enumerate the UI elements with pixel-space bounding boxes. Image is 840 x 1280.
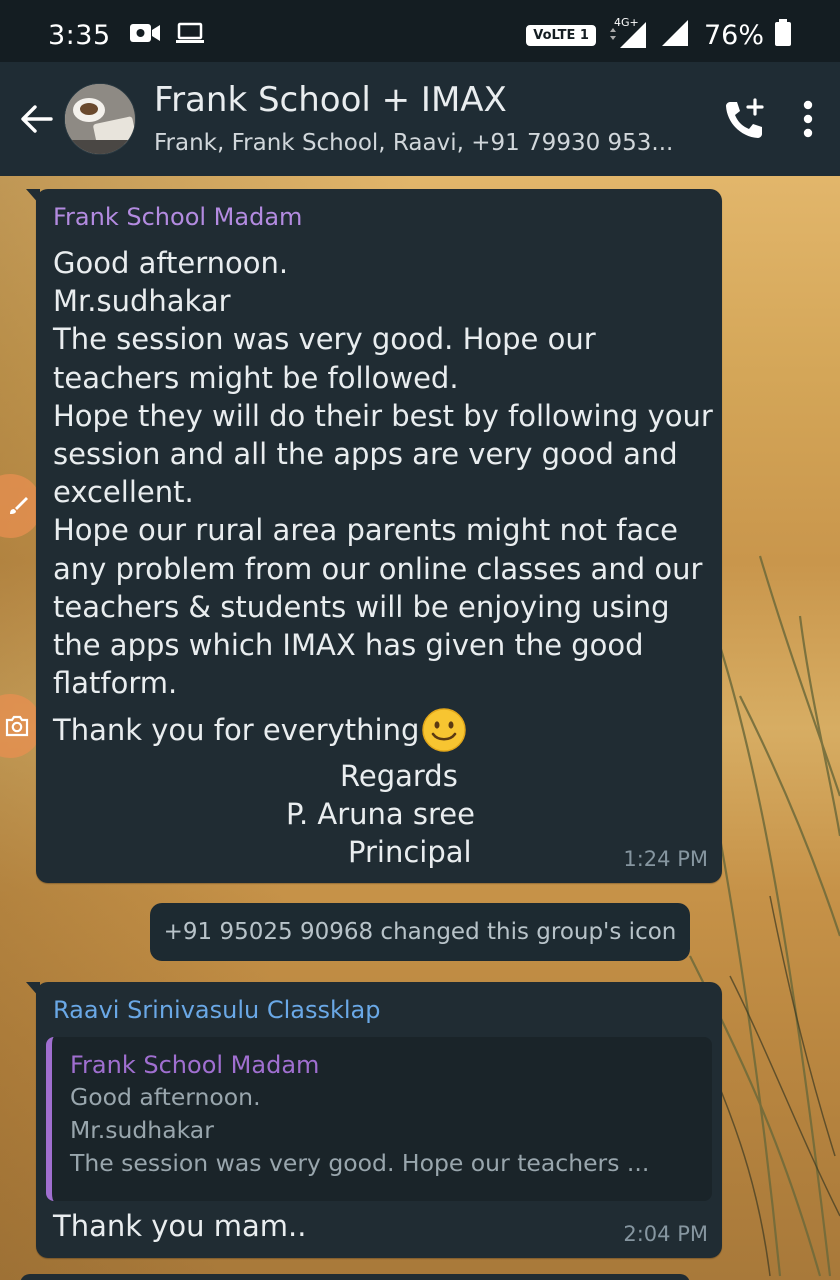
closing-line: Thank you for everything bbox=[53, 712, 420, 747]
signature-line: Regards bbox=[340, 759, 458, 793]
camera-icon bbox=[5, 715, 29, 737]
message-bubble[interactable]: Raavi Srinivasulu Classklap Frank School… bbox=[26, 982, 722, 1258]
quoted-message[interactable]: Frank School Madam Good afternoon. Mr.su… bbox=[46, 1037, 712, 1201]
arrow-left-icon bbox=[21, 105, 53, 133]
bubble-tail bbox=[26, 982, 40, 998]
more-options-button[interactable] bbox=[802, 99, 814, 139]
next-message-bubble-edge bbox=[20, 1274, 690, 1280]
bubble-tail bbox=[26, 189, 40, 205]
signal-icon bbox=[660, 18, 690, 52]
back-button[interactable] bbox=[8, 91, 64, 147]
network-type-icon: 4G+ bbox=[606, 16, 650, 50]
laptop-icon bbox=[175, 21, 205, 49]
message-time: 1:24 PM bbox=[623, 847, 708, 871]
signature-line: P. Aruna sree bbox=[286, 797, 475, 831]
message-time: 2:04 PM bbox=[623, 1222, 708, 1246]
message-body: Good afternoon. Mr.sudhakar The session … bbox=[53, 246, 713, 701]
chat-header: Frank School + IMAX Frank, Frank School,… bbox=[0, 62, 840, 176]
group-avatar[interactable] bbox=[64, 83, 136, 155]
message-sender[interactable]: Raavi Srinivasulu Classklap bbox=[53, 994, 381, 1026]
video-camera-icon bbox=[129, 21, 161, 49]
add-call-button[interactable] bbox=[722, 97, 766, 141]
add-call-icon bbox=[726, 98, 764, 138]
paint-brush-icon bbox=[10, 497, 28, 514]
message-sender[interactable]: Frank School Madam bbox=[53, 201, 302, 233]
system-message: +91 95025 90968 changed this group's ico… bbox=[150, 903, 690, 961]
group-title: Frank School + IMAX bbox=[154, 80, 507, 120]
battery-icon bbox=[774, 19, 792, 51]
quoted-sender: Frank School Madam bbox=[70, 1051, 320, 1079]
more-vert-icon bbox=[803, 100, 813, 138]
quoted-text: Good afternoon. Mr.sudhakar The session … bbox=[70, 1083, 650, 1177]
chat-wallpaper[interactable]: Frank School Madam Good afternoon. Mr.su… bbox=[0, 176, 840, 1280]
message-bubble[interactable]: Frank School Madam Good afternoon. Mr.su… bbox=[26, 189, 722, 883]
battery-percent: 76% bbox=[703, 19, 764, 51]
chat-title-block[interactable]: Frank School + IMAX Frank, Frank School,… bbox=[154, 79, 722, 159]
message-body: Thank you mam.. bbox=[53, 1209, 307, 1243]
volte-badge: VoLTE 1 bbox=[526, 24, 596, 46]
status-bar: 3:35 VoLTE 1 4G+ 76% bbox=[0, 0, 840, 70]
group-members: Frank, Frank School, Raavi, +91 79930 95… bbox=[154, 130, 674, 156]
status-time: 3:35 bbox=[48, 19, 111, 51]
signature-line: Principal bbox=[348, 835, 472, 869]
smiley-emoji bbox=[421, 707, 467, 753]
message-closing: Thank you for everything bbox=[53, 707, 467, 753]
